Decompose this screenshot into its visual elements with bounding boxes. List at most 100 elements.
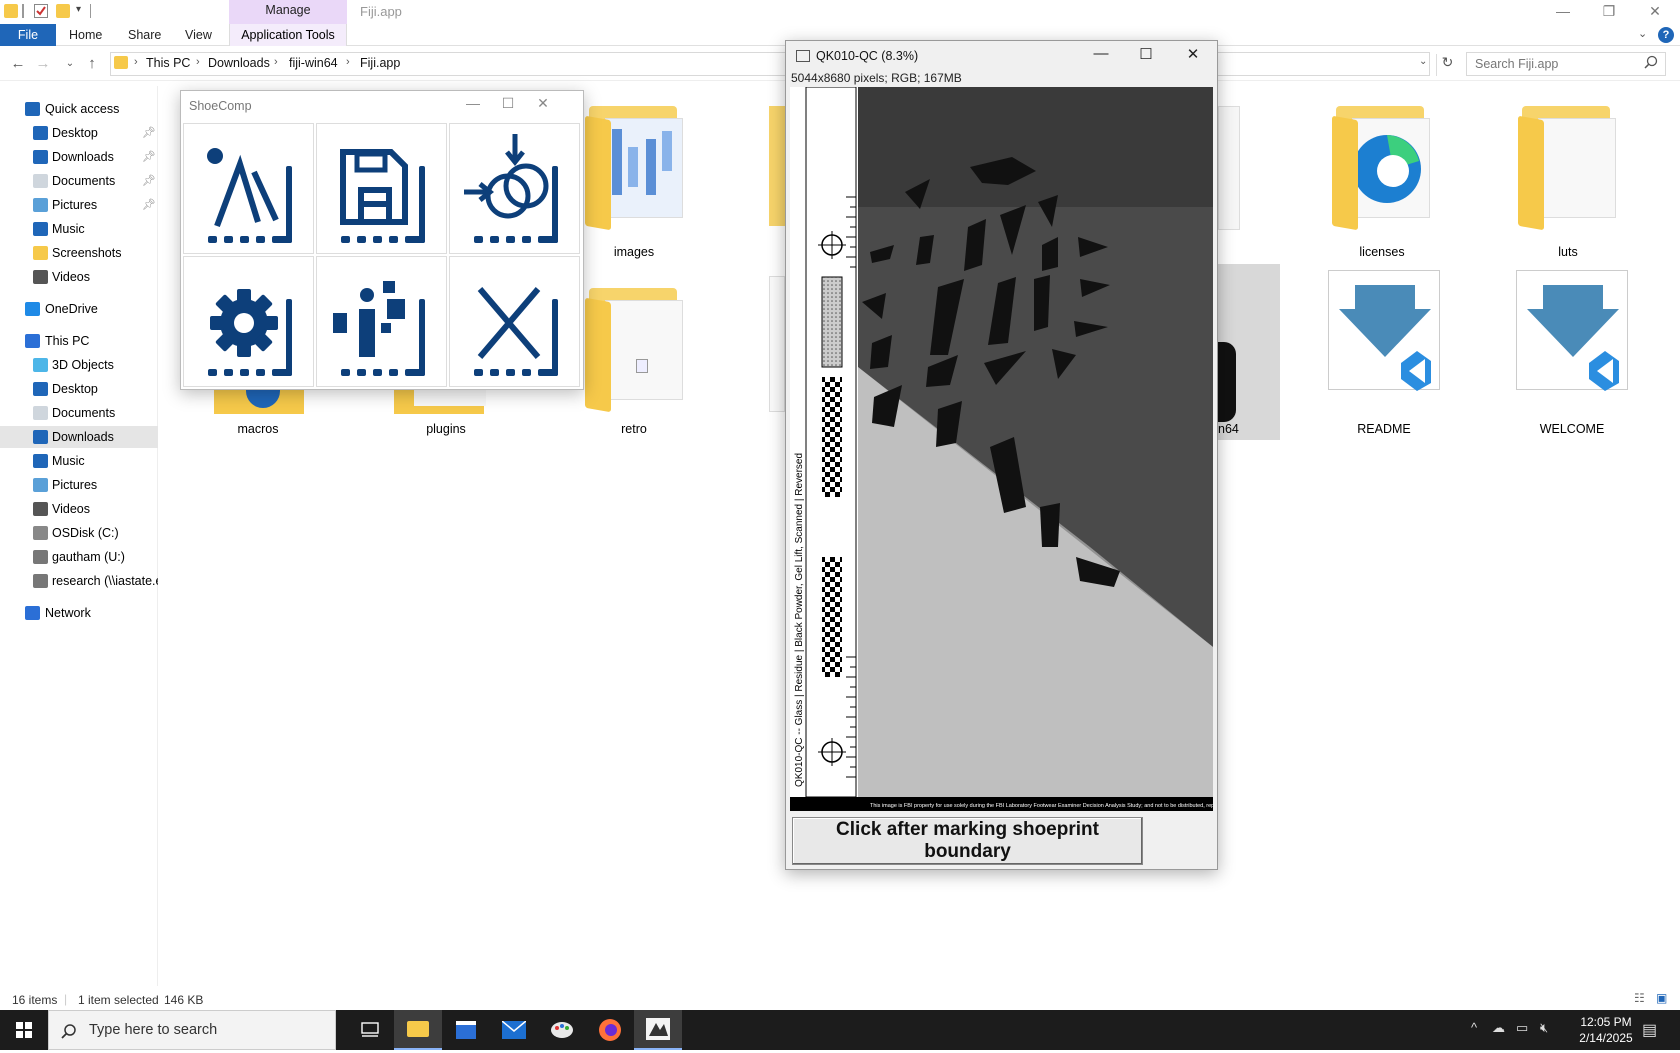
tab-view[interactable]: View	[175, 24, 222, 46]
show-hidden-icons[interactable]: ^	[1471, 1020, 1477, 1035]
taskbar-mail[interactable]	[490, 1010, 538, 1050]
onedrive-tray-icon[interactable]: ☁	[1492, 1020, 1505, 1036]
up-arrow-icon[interactable]: ↑	[82, 54, 102, 74]
sidebar-item-osdisk-c[interactable]: OSDisk (C:)	[0, 522, 158, 544]
sidebar-item-music[interactable]: Music	[0, 450, 158, 472]
restore-button[interactable]: ❐	[1586, 0, 1632, 24]
sidebar-item-desktop[interactable]: Desktop 📌︎	[0, 122, 158, 144]
refresh-icon[interactable]: ↻	[1436, 54, 1458, 76]
help-icon[interactable]: ?	[1658, 27, 1674, 43]
folder-plugins[interactable]	[394, 388, 494, 416]
expand-ribbon-icon[interactable]: ⌄	[1638, 27, 1647, 40]
maximize-button[interactable]: ☐	[1131, 45, 1161, 63]
selected-item-label: n64	[1218, 422, 1239, 436]
recent-locations-icon[interactable]: ⌄	[60, 54, 80, 74]
sidebar-item-label: research (\\iastate.e	[52, 574, 158, 588]
folder-licenses[interactable]	[1332, 100, 1432, 231]
close-button[interactable]: ✕	[1632, 0, 1678, 24]
paint-icon	[551, 1022, 573, 1038]
volume-mute-icon[interactable]: 🔇︎	[1540, 1020, 1548, 1036]
sidebar-item-downloads[interactable]: Downloads	[0, 426, 158, 448]
sidebar-item-desktop[interactable]: Desktop	[0, 378, 158, 400]
save-button[interactable]	[316, 123, 447, 254]
breadcrumb-this-pc[interactable]: This PC	[146, 56, 190, 70]
sidebar-item-music[interactable]: Music	[0, 218, 158, 240]
mark-boundary-done-button[interactable]: Click after marking shoeprint boundary	[792, 817, 1143, 865]
file-readme[interactable]	[1328, 270, 1440, 391]
folder-images[interactable]	[585, 100, 685, 231]
exit-button[interactable]	[449, 256, 580, 387]
selected-item-highlight[interactable]	[1218, 264, 1280, 440]
folder-macros[interactable]	[208, 388, 308, 416]
compare-button[interactable]	[449, 123, 580, 254]
properties-icon[interactable]	[34, 4, 48, 18]
file-partial[interactable]	[769, 276, 785, 412]
desktop-icon	[33, 126, 48, 140]
file-welcome[interactable]	[1516, 270, 1628, 391]
sidebar-item-screenshots[interactable]: Screenshots	[0, 242, 158, 264]
search-input[interactable]: Search Fiji.app	[1466, 52, 1666, 76]
taskbar-file-explorer[interactable]	[394, 1010, 442, 1050]
search-icon	[1644, 55, 1658, 72]
sidebar-item-network[interactable]: Network	[0, 602, 158, 624]
minimize-button[interactable]: —	[1086, 45, 1116, 62]
sidebar-item-onedrive[interactable]: OneDrive	[0, 298, 158, 320]
back-arrow-icon[interactable]: ←	[8, 54, 28, 74]
taskbar-store[interactable]	[442, 1010, 490, 1050]
breadcrumb-fiji-app[interactable]: Fiji.app	[360, 56, 400, 70]
folder-partial[interactable]	[769, 106, 785, 226]
close-button[interactable]: ✕	[528, 95, 558, 112]
file-label: README	[1357, 422, 1411, 436]
mark-boundary-button[interactable]	[183, 123, 314, 254]
breadcrumb-separator: ›	[346, 56, 350, 68]
network-tray-icon[interactable]: ▭	[1516, 1020, 1528, 1036]
sidebar-item-this-pc[interactable]: This PC	[0, 330, 158, 352]
minimize-button[interactable]: —	[458, 95, 488, 111]
download-icon	[33, 430, 48, 444]
new-folder-icon[interactable]	[56, 4, 70, 18]
large-icons-view-icon[interactable]: ▣	[1656, 991, 1667, 1005]
sidebar-item-quick-access[interactable]: Quick access	[0, 98, 158, 120]
customize-qa-icon[interactable]: ▾	[76, 4, 81, 15]
shoeprint-image-canvas[interactable]: This image is FBI property for use solel…	[790, 87, 1213, 811]
sidebar-item-pictures[interactable]: Pictures	[0, 474, 158, 496]
sidebar-item-documents[interactable]: Documents 📌︎	[0, 170, 158, 192]
maximize-button[interactable]: ☐	[493, 95, 523, 112]
breadcrumb-downloads[interactable]: Downloads	[208, 56, 270, 70]
sidebar-item-pictures[interactable]: Pictures 📌︎	[0, 194, 158, 216]
minimize-button[interactable]: —	[1540, 0, 1586, 24]
taskbar-paint[interactable]	[538, 1010, 586, 1050]
folder-luts[interactable]	[1518, 100, 1618, 231]
folder-retro[interactable]	[585, 282, 685, 413]
sidebar-item-downloads[interactable]: Downloads 📌︎	[0, 146, 158, 168]
clock[interactable]: 12:05 PM 2/14/2025	[1566, 1014, 1646, 1046]
sidebar-item-gautham-u[interactable]: gautham (U:)	[0, 546, 158, 568]
taskbar-search-box[interactable]: Type here to search	[48, 1010, 336, 1050]
address-dropdown-icon[interactable]: ⌄	[1419, 56, 1427, 67]
image-window-title: QK010-QC (8.3%)	[816, 49, 919, 63]
taskbar-fiji[interactable]	[634, 1010, 682, 1050]
sidebar-item-documents[interactable]: Documents	[0, 402, 158, 424]
forward-arrow-icon[interactable]: →	[33, 54, 53, 74]
settings-button[interactable]	[183, 256, 314, 387]
tab-share[interactable]: Share	[118, 24, 171, 46]
breadcrumb-fiji-win64[interactable]: fiji-win64	[289, 56, 338, 70]
info-button[interactable]	[316, 256, 447, 387]
sidebar-item-3d-objects[interactable]: 3D Objects	[0, 354, 158, 376]
tab-home[interactable]: Home	[59, 24, 112, 46]
close-button[interactable]: ✕	[1178, 45, 1208, 63]
sidebar-item-research-iastate-e[interactable]: research (\\iastate.e	[0, 570, 158, 592]
details-view-icon[interactable]: ☷	[1634, 991, 1645, 1005]
taskbar-firefox[interactable]	[586, 1010, 634, 1050]
sidebar-item-videos[interactable]: Videos	[0, 266, 158, 288]
sidebar-item-videos[interactable]: Videos	[0, 498, 158, 520]
start-button[interactable]	[0, 1010, 48, 1050]
folder-icon	[114, 56, 128, 69]
task-view-button[interactable]	[346, 1010, 394, 1050]
tab-file[interactable]: File	[0, 24, 56, 46]
folder-partial[interactable]	[1218, 106, 1240, 230]
pin-icon: 📌︎	[142, 151, 156, 163]
notifications-icon[interactable]: ▤	[1642, 1020, 1657, 1040]
tab-application-tools[interactable]: Application Tools	[229, 24, 347, 46]
folder-label: plugins	[426, 422, 466, 436]
